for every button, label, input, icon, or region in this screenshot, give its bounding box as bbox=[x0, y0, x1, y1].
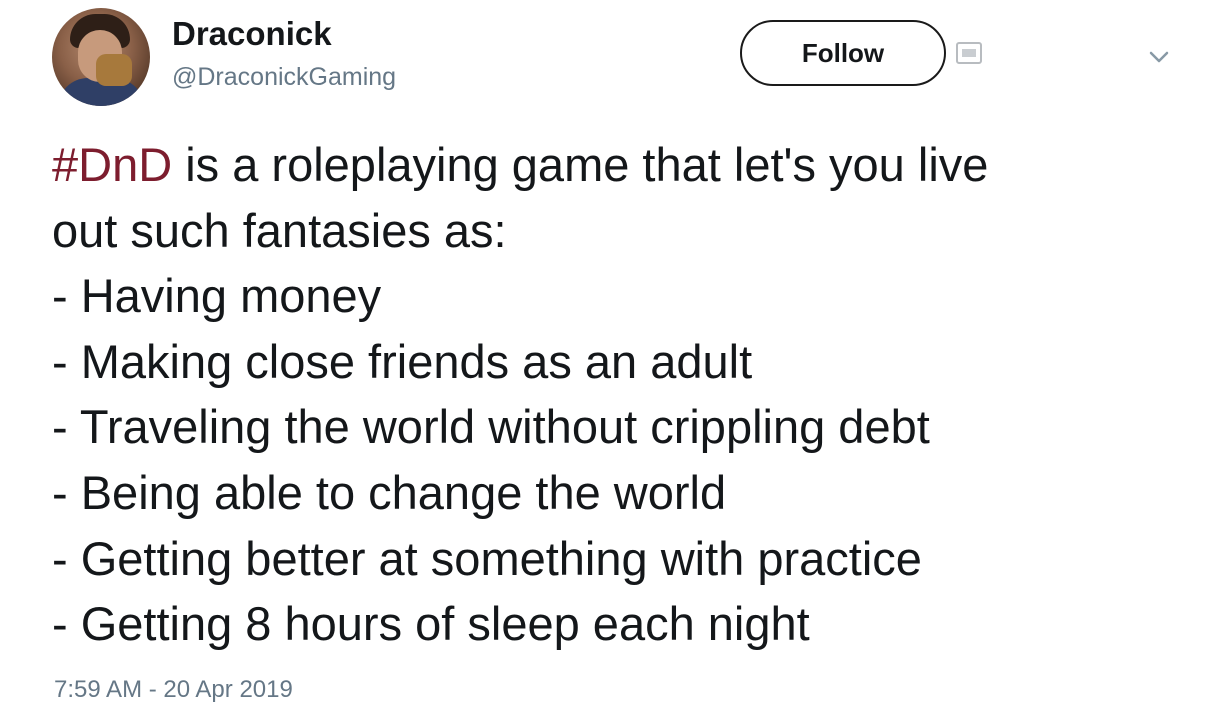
tweet-line: - Making close friends as an adult bbox=[52, 334, 753, 388]
tweet-line: - Getting better at something with pract… bbox=[52, 531, 922, 585]
card-icon[interactable] bbox=[956, 42, 982, 64]
tweet-line: out such fantasies as: bbox=[52, 203, 507, 257]
tweet-timestamp[interactable]: 7:59 AM - 20 Apr 2019 bbox=[54, 676, 293, 704]
hashtag-link[interactable]: #DnD bbox=[52, 138, 172, 191]
tweet-line: - Having money bbox=[52, 269, 382, 323]
chevron-down-icon[interactable] bbox=[1148, 46, 1170, 68]
tweet-line: - Being able to change the world bbox=[52, 465, 727, 519]
avatar[interactable] bbox=[52, 8, 150, 106]
author-handle[interactable]: @DraconickGaming bbox=[172, 63, 396, 92]
follow-button[interactable]: Follow bbox=[740, 20, 946, 86]
tweet-line: #DnD is a roleplaying game that let's yo… bbox=[52, 132, 1212, 198]
tweet-line-text: is a roleplaying game that let's you liv… bbox=[172, 138, 989, 191]
tweet-line: - Getting 8 hours of sleep each night bbox=[52, 597, 810, 651]
tweet-line: - Traveling the world without crippling … bbox=[52, 400, 930, 454]
tweet-text: #DnD is a roleplaying game that let's yo… bbox=[52, 132, 1212, 657]
author-display-name[interactable]: Draconick bbox=[172, 15, 332, 53]
